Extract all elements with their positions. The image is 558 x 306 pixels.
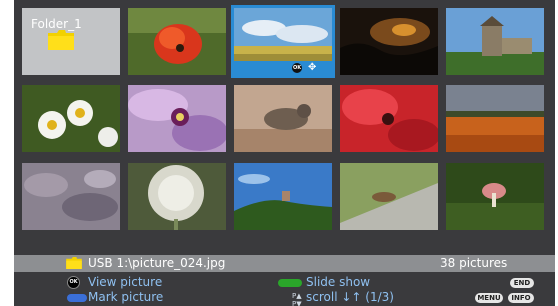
thumbnail-purple-flower[interactable] xyxy=(128,85,226,152)
thumbnail-seal[interactable] xyxy=(234,85,332,152)
frost-leaves-image xyxy=(22,163,120,230)
page-scroll-icon: P▲ P▼ xyxy=(292,292,302,306)
blue-button-icon[interactable] xyxy=(67,294,87,302)
picture-count: 38 pictures xyxy=(440,256,508,270)
night-trees-image xyxy=(340,8,438,75)
move-arrows-icon: ✥ xyxy=(308,62,317,73)
folder-icon xyxy=(66,257,82,269)
green-play-button-icon[interactable] xyxy=(278,279,302,287)
mushroom-image xyxy=(446,163,544,230)
thumbnail-insect[interactable] xyxy=(340,163,438,230)
folder-tile[interactable]: Folder_1 xyxy=(22,8,120,75)
tower-image xyxy=(446,8,544,75)
insect-image xyxy=(340,163,438,230)
info-button[interactable]: INFO xyxy=(508,293,534,303)
purple-flower-image xyxy=(128,85,226,152)
ok-badge: OK xyxy=(292,63,302,73)
media-browser-screen: Folder_1 OK ✥ USB 1:\picture_024.jpg 38 … xyxy=(14,0,555,306)
thumbnail-landscape-selected[interactable]: OK ✥ xyxy=(231,5,335,78)
slide-show-hint: Slide show xyxy=(306,275,371,289)
scroll-hint: scroll ↓↑ (1/3) xyxy=(306,290,394,304)
seal-image xyxy=(234,85,332,152)
end-button[interactable]: END xyxy=(510,278,534,288)
thumbnail-mushroom[interactable] xyxy=(446,163,544,230)
castle-hill-image xyxy=(234,163,332,230)
mark-picture-hint: Mark picture xyxy=(88,290,164,304)
folder-name: Folder_1 xyxy=(31,17,82,31)
thumbnail-frost-leaves[interactable] xyxy=(22,163,120,230)
thumbnail-tower[interactable] xyxy=(446,8,544,75)
poppy-image xyxy=(128,8,226,75)
menu-button[interactable]: MENU xyxy=(475,293,503,303)
red-flower-image xyxy=(340,85,438,152)
thumbnail-dandelion[interactable] xyxy=(128,163,226,230)
view-picture-hint: View picture xyxy=(88,275,163,289)
ok-button-icon[interactable]: OK xyxy=(67,276,80,289)
thumbnail-night-trees[interactable] xyxy=(340,8,438,75)
thumbnail-poppy[interactable] xyxy=(128,8,226,75)
file-path: USB 1:\picture_024.jpg xyxy=(88,256,226,270)
thumbnail-orange-field[interactable] xyxy=(446,85,544,152)
dandelion-image xyxy=(128,163,226,230)
selection-bar: OK ✥ xyxy=(234,61,332,75)
daisies-image xyxy=(22,85,120,152)
thumbnail-grid: Folder_1 OK ✥ xyxy=(22,5,547,230)
orange-field-image xyxy=(446,85,544,152)
status-bar: USB 1:\picture_024.jpg 38 pictures xyxy=(14,255,555,272)
thumbnail-castle-hill[interactable] xyxy=(234,163,332,230)
folder-icon xyxy=(48,30,74,50)
thumbnail-daisies[interactable] xyxy=(22,85,120,152)
help-bar: OK View picture Mark picture Slide show … xyxy=(14,273,555,306)
thumbnail-red-flower[interactable] xyxy=(340,85,438,152)
